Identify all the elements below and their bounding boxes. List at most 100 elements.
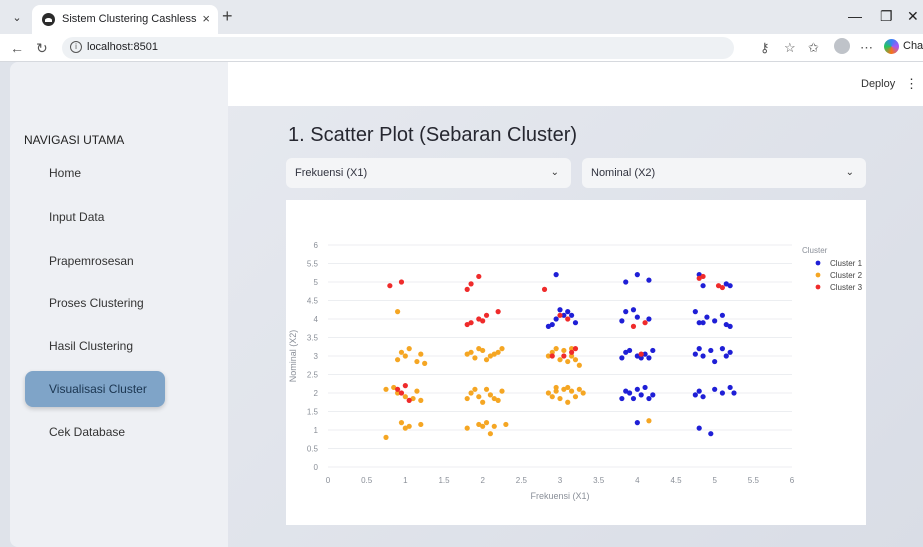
cluster-2-point[interactable] bbox=[483, 386, 490, 392]
cluster-3-point[interactable] bbox=[395, 386, 401, 392]
cluster-1-point[interactable] bbox=[731, 390, 737, 396]
cluster-3-point[interactable] bbox=[464, 286, 470, 292]
cluster-3-point[interactable] bbox=[696, 275, 702, 281]
cluster-1-point[interactable] bbox=[623, 279, 629, 285]
cluster-2-point[interactable] bbox=[472, 386, 478, 392]
cluster-2-point[interactable] bbox=[487, 431, 493, 437]
cluster-1-point[interactable] bbox=[630, 395, 637, 402]
cluster-1-point[interactable] bbox=[727, 349, 733, 355]
cluster-1-point[interactable] bbox=[650, 347, 656, 354]
cluster-2-point[interactable] bbox=[576, 386, 582, 392]
sidebar-item-cek-database[interactable]: Cek Database bbox=[25, 414, 165, 450]
site-info-icon[interactable]: i bbox=[70, 41, 82, 53]
cluster-2-point[interactable] bbox=[499, 388, 505, 394]
cluster-1-point[interactable] bbox=[553, 272, 559, 278]
cluster-1-point[interactable] bbox=[627, 390, 633, 396]
cluster-2-point[interactable] bbox=[476, 394, 482, 400]
cluster-2-point[interactable] bbox=[557, 357, 563, 363]
cluster-1-point[interactable] bbox=[642, 384, 648, 391]
legend-marker[interactable] bbox=[815, 260, 821, 266]
cluster-1-point[interactable] bbox=[630, 307, 637, 313]
cluster-2-point[interactable] bbox=[549, 394, 555, 400]
cluster-1-point[interactable] bbox=[727, 283, 733, 289]
copilot-icon[interactable] bbox=[884, 39, 899, 54]
browser-tab[interactable]: Sistem Clustering Cashless × bbox=[32, 5, 218, 34]
profile-avatar[interactable] bbox=[834, 38, 850, 54]
cluster-1-point[interactable] bbox=[727, 323, 733, 329]
cluster-2-point[interactable] bbox=[576, 362, 582, 368]
cluster-1-point[interactable] bbox=[712, 386, 718, 392]
url-text[interactable]: localhost:8501 bbox=[87, 41, 158, 53]
cluster-3-point[interactable] bbox=[398, 279, 405, 285]
scatter-plot[interactable]: 0 0.5 1 1.5 2 2.5 3 3.5 4 4.5 5 5.5 6 0 0.5 1 1.5 2 2.5 3 3.… bbox=[286, 200, 866, 525]
cluster-2-point[interactable] bbox=[402, 353, 408, 359]
y-axis-select[interactable]: Nominal (X2) ⌄ bbox=[582, 158, 866, 188]
cluster-1-point[interactable] bbox=[719, 312, 725, 318]
cluster-2-point[interactable] bbox=[483, 420, 490, 426]
reload-icon[interactable]: ↻ bbox=[36, 40, 48, 57]
cluster-1-point[interactable] bbox=[700, 353, 706, 359]
cluster-2-point[interactable] bbox=[414, 358, 420, 365]
cluster-3-point[interactable] bbox=[406, 397, 412, 403]
cluster-2-point[interactable] bbox=[561, 347, 567, 354]
cluster-3-point[interactable] bbox=[468, 281, 474, 287]
cluster-1-point[interactable] bbox=[557, 307, 563, 313]
cluster-1-point[interactable] bbox=[704, 314, 710, 320]
cluster-1-point[interactable] bbox=[712, 358, 718, 365]
cluster-2-point[interactable] bbox=[464, 395, 470, 402]
cluster-1-point[interactable] bbox=[619, 355, 625, 361]
cluster-2-point[interactable] bbox=[398, 349, 405, 355]
cluster-3-point[interactable] bbox=[480, 318, 486, 324]
cluster-1-point[interactable] bbox=[696, 320, 702, 326]
cluster-2-point[interactable] bbox=[553, 346, 559, 352]
cluster-2-point[interactable] bbox=[646, 418, 652, 424]
legend-marker[interactable] bbox=[815, 284, 821, 290]
favorite-star-icon[interactable]: ☆ bbox=[784, 40, 796, 56]
cluster-3-point[interactable] bbox=[638, 351, 644, 357]
cluster-2-point[interactable] bbox=[495, 397, 501, 403]
sidebar-item-hasil-clustering[interactable]: Hasil Clustering bbox=[25, 328, 165, 364]
cluster-2-point[interactable] bbox=[569, 388, 575, 394]
more-options-icon[interactable]: ⋯ bbox=[860, 40, 873, 56]
x-axis-select[interactable]: Frekuensi (X1) ⌄ bbox=[286, 158, 571, 188]
minimize-icon[interactable]: — bbox=[848, 8, 862, 24]
sidebar-item-proses-clustering[interactable]: Proses Clustering bbox=[25, 285, 165, 321]
cluster-2-point[interactable] bbox=[383, 386, 389, 392]
cluster-2-point[interactable] bbox=[503, 421, 509, 428]
cluster-2-point[interactable] bbox=[398, 420, 405, 426]
cluster-1-point[interactable] bbox=[650, 392, 656, 398]
cluster-2-point[interactable] bbox=[572, 357, 579, 363]
cluster-2-point[interactable] bbox=[402, 394, 408, 400]
cluster-2-point[interactable] bbox=[402, 425, 408, 431]
cluster-1-point[interactable] bbox=[719, 390, 725, 396]
cluster-2-point[interactable] bbox=[418, 421, 424, 428]
cluster-3-point[interactable] bbox=[557, 312, 563, 318]
close-window-icon[interactable]: ✕ bbox=[907, 8, 919, 25]
cluster-2-point[interactable] bbox=[480, 423, 486, 429]
cluster-1-point[interactable] bbox=[646, 395, 652, 402]
cluster-2-point[interactable] bbox=[418, 351, 424, 357]
cluster-3-point[interactable] bbox=[468, 320, 474, 326]
cluster-2-point[interactable] bbox=[491, 423, 497, 429]
cluster-3-point[interactable] bbox=[565, 316, 571, 322]
cluster-2-point[interactable] bbox=[565, 358, 571, 365]
cluster-2-point[interactable] bbox=[565, 399, 571, 405]
cluster-1-point[interactable] bbox=[719, 346, 725, 352]
cluster-3-point[interactable] bbox=[572, 346, 579, 352]
cluster-1-point[interactable] bbox=[627, 347, 633, 354]
back-arrow-icon[interactable]: ← bbox=[10, 40, 24, 56]
cluster-1-point[interactable] bbox=[692, 309, 698, 315]
cluster-3-point[interactable] bbox=[642, 320, 648, 326]
cluster-3-point[interactable] bbox=[630, 323, 637, 329]
cluster-2-point[interactable] bbox=[483, 357, 490, 363]
cluster-2-point[interactable] bbox=[383, 434, 389, 440]
cluster-2-point[interactable] bbox=[414, 388, 420, 394]
cluster-1-point[interactable] bbox=[700, 394, 706, 400]
cluster-3-point[interactable] bbox=[561, 353, 567, 359]
cluster-1-point[interactable] bbox=[723, 353, 729, 359]
cluster-1-point[interactable] bbox=[692, 351, 698, 357]
new-tab-icon[interactable]: + bbox=[222, 6, 233, 27]
cluster-3-point[interactable] bbox=[541, 286, 548, 292]
cluster-2-point[interactable] bbox=[491, 351, 497, 357]
cluster-1-point[interactable] bbox=[572, 320, 579, 326]
